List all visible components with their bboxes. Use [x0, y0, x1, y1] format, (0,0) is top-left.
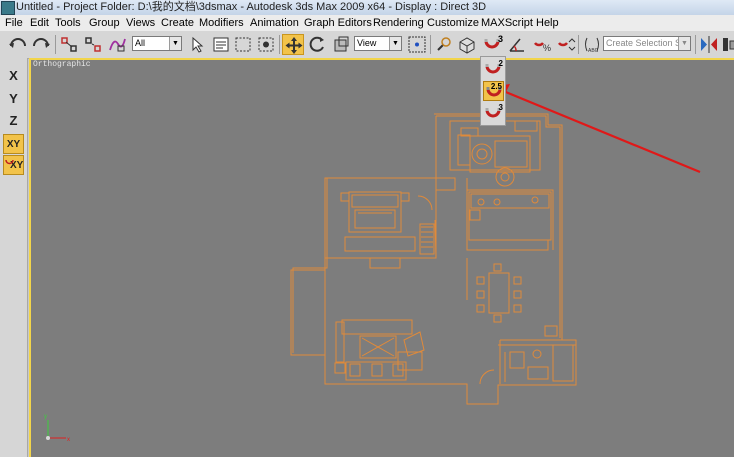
reference-coordinate-dropdown[interactable]: View ▼: [354, 36, 402, 51]
select-by-name-icon[interactable]: [210, 34, 232, 55]
chevron-down-icon: ▼: [678, 37, 690, 50]
snap-2.5d-label: 2.5: [490, 82, 502, 91]
spinner-snap-icon[interactable]: [554, 34, 576, 55]
main-toolbar: All ▼ View ▼ 3 % ABC Create Selection Set ▼: [0, 31, 734, 59]
align-icon[interactable]: [720, 34, 734, 55]
axis-constraints-toolbar: X Y Z XY XY: [0, 58, 28, 457]
unlink-selection-icon[interactable]: [82, 34, 104, 55]
viewport-label[interactable]: Orthographic: [33, 60, 91, 69]
select-and-move-icon[interactable]: [282, 34, 304, 55]
select-and-scale-icon[interactable]: [330, 34, 352, 55]
menu-animation[interactable]: Animation: [250, 15, 299, 31]
toolbar-separator: [695, 35, 696, 54]
undo-icon[interactable]: [7, 34, 29, 55]
restrict-to-xy-plane-button[interactable]: XY: [3, 134, 24, 154]
percent-snap-icon[interactable]: %: [530, 34, 552, 55]
reference-coordinate-value: View: [357, 38, 377, 48]
snap-flyout: 2 2.5 3: [480, 56, 506, 126]
select-and-manipulate-icon[interactable]: [433, 34, 455, 55]
restrict-to-z-button[interactable]: Z: [3, 111, 24, 131]
menu-maxscript[interactable]: MAXScript: [481, 15, 533, 31]
menu-rendering[interactable]: Rendering: [373, 15, 424, 31]
use-pivot-point-center-icon[interactable]: [406, 34, 428, 55]
bind-to-space-warp-icon[interactable]: [106, 34, 128, 55]
window-crossing-icon[interactable]: [255, 34, 277, 55]
edit-named-selection-icon[interactable]: ABC: [581, 34, 603, 55]
snap-2d-option[interactable]: 2: [483, 59, 504, 79]
svg-text:%: %: [543, 43, 551, 53]
menu-views[interactable]: Views: [126, 15, 155, 31]
menu-graph-editors[interactable]: Graph Editors: [304, 15, 372, 31]
toolbar-separator: [430, 35, 431, 54]
menu-file[interactable]: File: [5, 15, 23, 31]
snap-magnet-icon: [5, 159, 14, 165]
menu-group[interactable]: Group: [89, 15, 120, 31]
selection-filter-dropdown[interactable]: All ▼: [132, 36, 182, 51]
app-icon: [1, 1, 15, 15]
title-bar: Untitled - Project Folder: D:\我的文档\3dsma…: [0, 0, 734, 15]
toolbar-separator: [578, 35, 579, 54]
snap-3d-option[interactable]: 3: [483, 103, 504, 123]
menu-bar: File Edit Tools Group Views Create Modif…: [0, 15, 734, 32]
keyboard-shortcut-override-icon[interactable]: [456, 34, 478, 55]
chevron-down-icon: ▼: [169, 37, 181, 50]
snap-mode-label: 3: [497, 34, 503, 44]
snap-2.5d-option[interactable]: 2.5: [483, 81, 504, 101]
menu-create[interactable]: Create: [161, 15, 194, 31]
toolbar-separator: [55, 35, 56, 54]
snap-2d-label: 2: [498, 59, 503, 68]
svg-text:ABC: ABC: [588, 48, 599, 54]
menu-tools[interactable]: Tools: [55, 15, 81, 31]
menu-customize[interactable]: Customize: [427, 15, 479, 31]
mirror-icon[interactable]: [698, 34, 720, 55]
angle-snap-icon[interactable]: [506, 34, 528, 55]
toolbar-separator: [279, 35, 280, 54]
select-and-link-icon[interactable]: [58, 34, 80, 55]
snap-3d-label: 3: [498, 103, 503, 112]
selection-filter-value: All: [135, 38, 146, 48]
orthographic-viewport[interactable]: [29, 58, 734, 457]
menu-help[interactable]: Help: [536, 15, 559, 31]
restrict-to-y-button[interactable]: Y: [3, 89, 24, 109]
chevron-down-icon: ▼: [389, 37, 401, 50]
restrict-to-x-button[interactable]: X: [3, 66, 24, 86]
redo-icon[interactable]: [30, 34, 52, 55]
select-object-icon[interactable]: [187, 34, 209, 55]
named-selection-set-dropdown[interactable]: Create Selection Set ▼: [603, 36, 691, 51]
select-and-rotate-icon[interactable]: [306, 34, 328, 55]
menu-edit[interactable]: Edit: [30, 15, 49, 31]
rectangular-selection-icon[interactable]: [232, 34, 254, 55]
menu-modifiers[interactable]: Modifiers: [199, 15, 244, 31]
snap-xy-plane-button[interactable]: XY: [3, 155, 24, 175]
named-selection-set-placeholder: Create Selection Set: [606, 38, 689, 48]
snap-toggle-button[interactable]: 3: [481, 34, 503, 55]
window-title: Untitled - Project Folder: D:\我的文档\3dsma…: [16, 1, 487, 13]
